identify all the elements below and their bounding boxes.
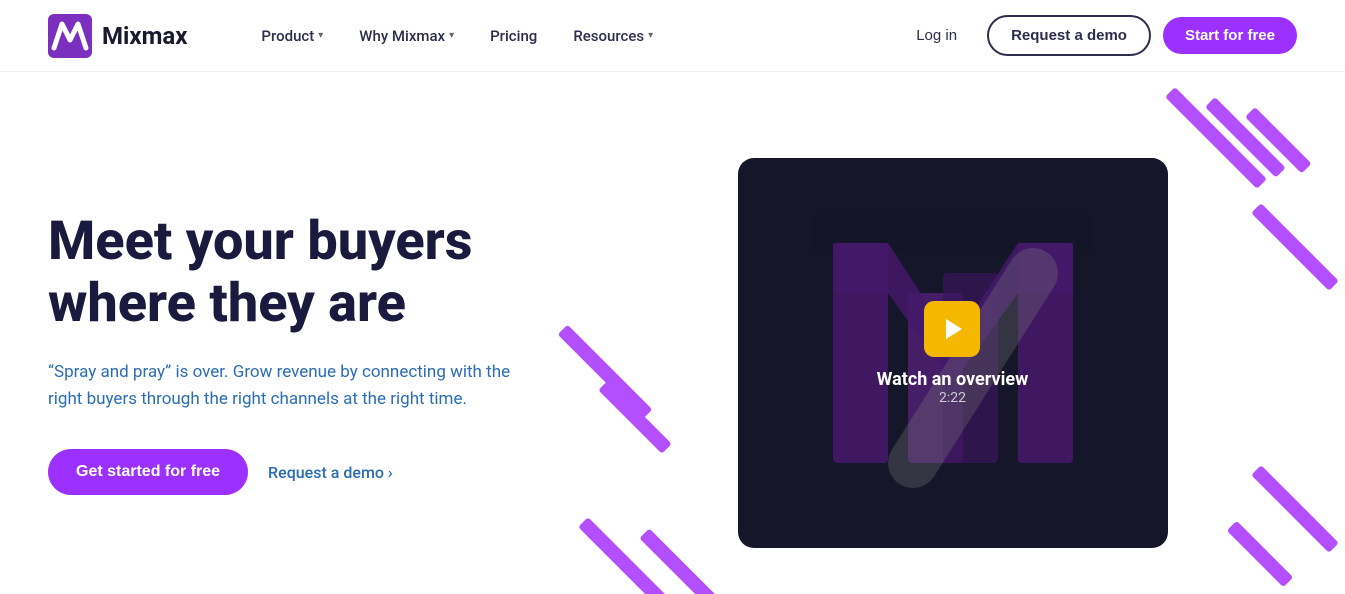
ribbon-right-1 xyxy=(1251,203,1339,291)
product-chevron-icon: ▾ xyxy=(318,30,323,41)
nav-item-why-mixmax[interactable]: Why Mixmax ▾ xyxy=(345,19,468,53)
navbar: Mixmax Product ▾ Why Mixmax ▾ Pricing Re… xyxy=(0,0,1345,72)
hero-cta: Get started for free Request a demo › xyxy=(48,449,568,495)
ribbon-top-right-3 xyxy=(1245,107,1311,173)
logo-link[interactable]: Mixmax xyxy=(48,14,187,58)
nav-actions: Log in Request a demo Start for free xyxy=(898,15,1297,56)
ribbon-bottom-left-2 xyxy=(639,528,720,594)
hero-right: Watch an overview 2:22 xyxy=(608,112,1297,594)
ribbon-bottom-right-2 xyxy=(1227,521,1293,587)
get-started-button[interactable]: Get started for free xyxy=(48,449,248,495)
hero-headline: Meet your buyers where they are xyxy=(48,211,568,335)
nav-item-product[interactable]: Product ▾ xyxy=(247,19,337,53)
resources-chevron-icon: ▾ xyxy=(648,30,653,41)
video-duration: 2:22 xyxy=(877,390,1029,406)
ribbon-top-right-1 xyxy=(1165,87,1267,189)
hero-section: Meet your buyers where they are “Spray a… xyxy=(0,72,1345,594)
video-card[interactable]: Watch an overview 2:22 xyxy=(738,158,1168,548)
nav-item-resources[interactable]: Resources ▾ xyxy=(559,19,667,53)
nav-item-pricing[interactable]: Pricing xyxy=(476,19,551,53)
ribbon-bottom-left-1 xyxy=(578,517,680,594)
nav-links: Product ▾ Why Mixmax ▾ Pricing Resources… xyxy=(247,19,898,53)
hero-left: Meet your buyers where they are “Spray a… xyxy=(48,211,608,496)
why-mixmax-chevron-icon: ▾ xyxy=(449,30,454,41)
play-icon xyxy=(946,319,962,339)
video-content: Watch an overview 2:22 xyxy=(877,301,1029,406)
request-demo-link[interactable]: Request a demo › xyxy=(268,463,393,482)
video-label: Watch an overview 2:22 xyxy=(877,369,1029,406)
start-free-button[interactable]: Start for free xyxy=(1163,17,1297,54)
play-button[interactable] xyxy=(924,301,980,357)
hero-subtext: “Spray and pray” is over. Grow revenue b… xyxy=(48,359,528,413)
mixmax-logo-icon xyxy=(48,14,92,58)
video-title: Watch an overview xyxy=(877,369,1029,390)
ribbon-bottom-right-1 xyxy=(1251,465,1339,553)
request-demo-button[interactable]: Request a demo xyxy=(987,15,1151,56)
brand-name: Mixmax xyxy=(102,22,187,50)
login-button[interactable]: Log in xyxy=(898,19,975,52)
ribbon-top-right-2 xyxy=(1205,97,1286,178)
ribbon-left-2 xyxy=(598,380,672,454)
